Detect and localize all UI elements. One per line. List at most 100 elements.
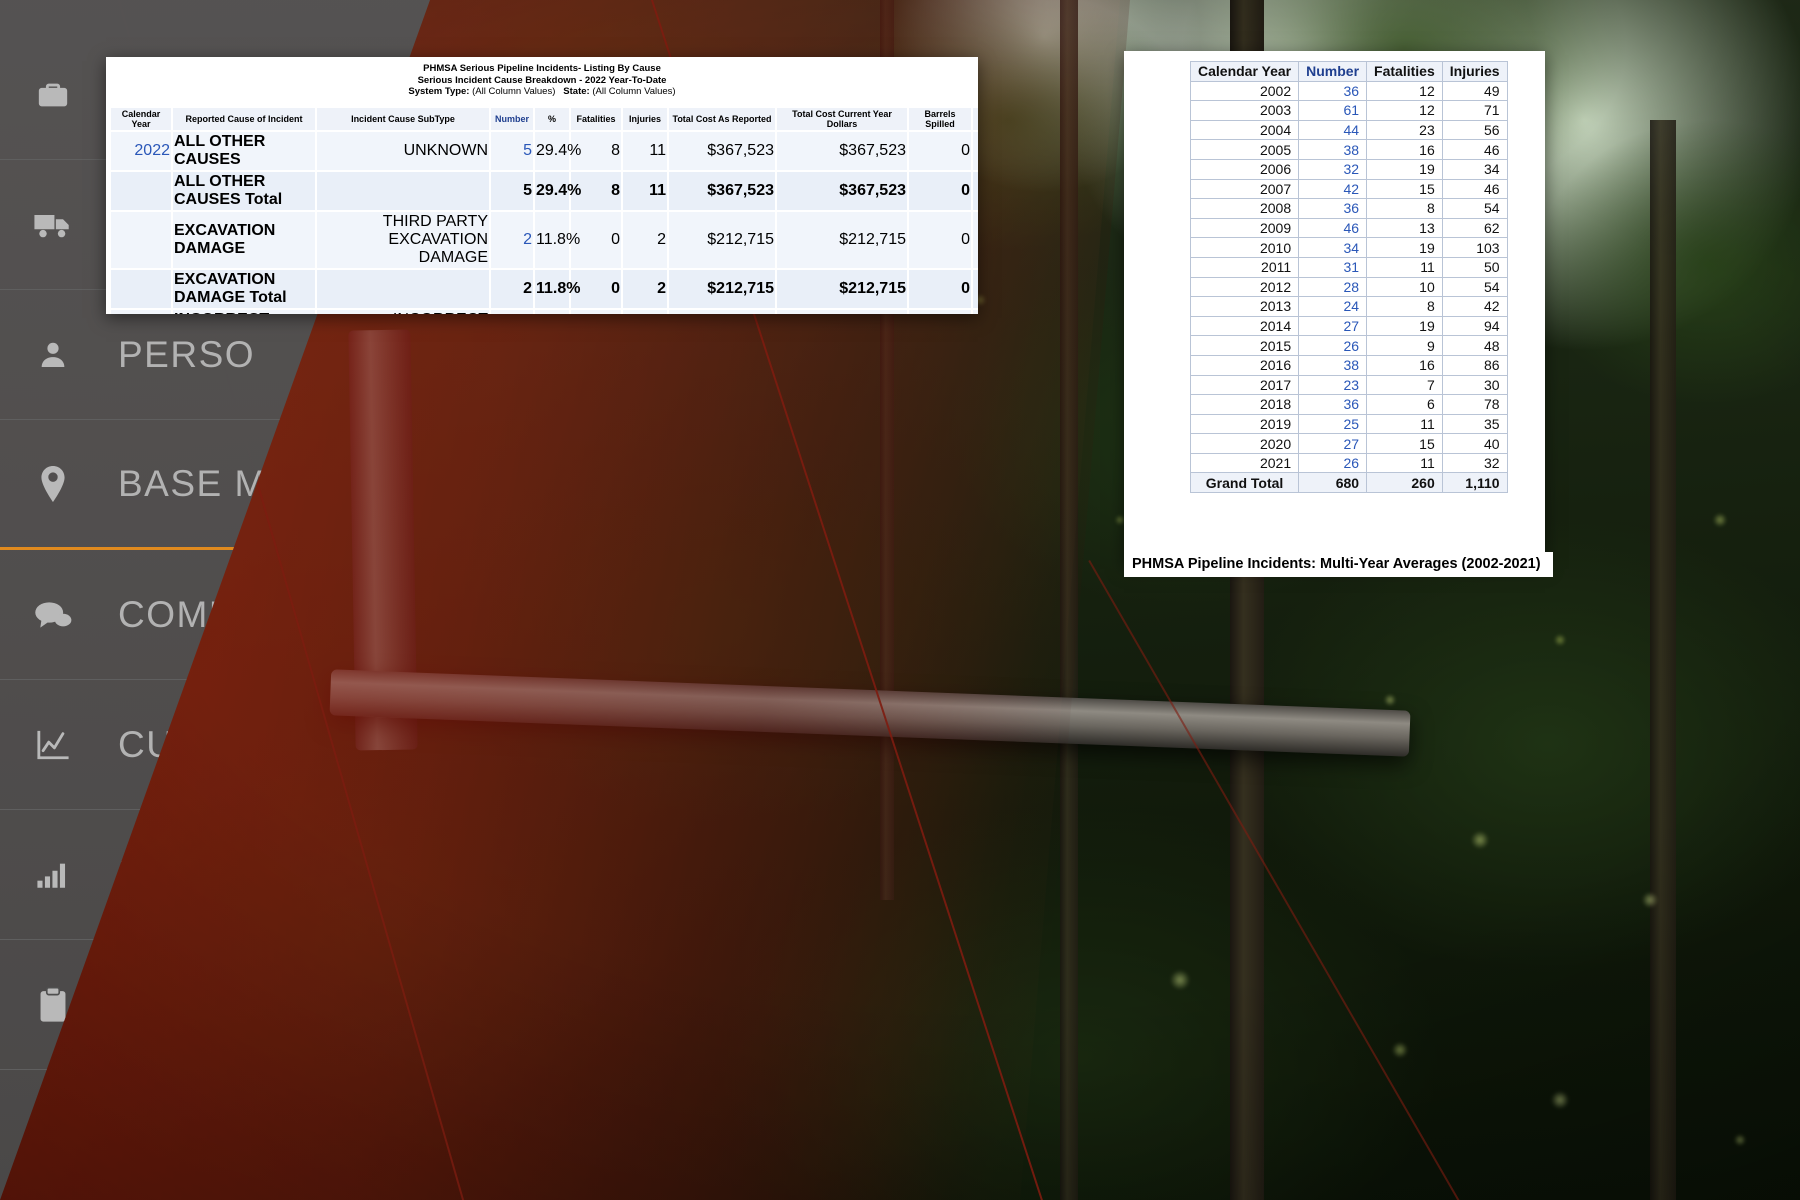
cell-number: 23 [1299,375,1367,395]
column-header-injuries: Injuries [1442,62,1507,82]
cell-number: 25 [1299,414,1367,434]
cell-injuries: 32 [1442,453,1507,473]
cell-year: 2002 [1191,81,1299,101]
filter-value-state: (All Column Values) [592,86,675,97]
cell-cost-reported: $212,715 [669,270,775,308]
cell-year: 2019 [1191,414,1299,434]
cell-subtype [317,172,489,210]
cell-fatalities: 19 [1367,159,1443,179]
cell-number: 28 [1299,277,1367,297]
cell-injuries: 78 [1442,395,1507,415]
cell-cost-current: $212,715 [777,212,907,268]
report-title-line-1: PHMSA Serious Pipeline Incidents- Listin… [106,63,978,75]
cell-injuries: 94 [1442,316,1507,336]
cell-fatalities: 15 [1367,434,1443,454]
cell-year [111,172,171,210]
cell-fatalities: 9 [1367,336,1443,356]
sidebar-item-label: PERSO [118,334,255,376]
column-header-incident-cause-subtype: Incident Cause SubType [317,108,489,130]
cell-year: 2017 [1191,375,1299,395]
cell-number: 5 [491,172,533,210]
cell-net-barrels: 0 [973,212,978,268]
briefcase-icon [30,78,76,112]
cell-injuries: 49 [1442,81,1507,101]
cell-injuries: 2 [623,212,667,268]
chat-bubble-icon [30,600,76,630]
cell-injuries: 71 [1442,101,1507,121]
table-header-row: Calendar YearReported Cause of IncidentI… [111,108,978,130]
cell-injuries: 11 [623,172,667,210]
cell-year: 2007 [1191,179,1299,199]
table-row: 201723730 [1191,375,1508,395]
cell-cause: EXCAVATION DAMAGE Total [173,270,315,308]
cell-net-barrels: 0 [973,172,978,210]
table-row: 2004442356 [1191,120,1508,140]
cell-year: 2022 [111,132,171,170]
column-header-total-cost-current-year-dollars: Total Cost Current Year Dollars [777,108,907,130]
cell-year: 2004 [1191,120,1299,140]
cell-number: 2 [491,270,533,308]
cell-injuries: 46 [1442,179,1507,199]
cell-year: 2006 [1191,159,1299,179]
column-header-total-cost-as-reported: Total Cost As Reported [669,108,775,130]
cell-fatalities: 15 [1367,179,1443,199]
grand-total-row: Grand Total6802601,110 [1191,473,1508,493]
cell-number: 24 [1299,297,1367,317]
cell-barrels: 0 [909,132,971,170]
grand-total-number: 680 [1299,473,1367,493]
column-header--: % [535,108,569,130]
cell-number: 34 [1299,238,1367,258]
table-row: 2007421546 [1191,179,1508,199]
cell-number: 26 [1299,453,1367,473]
cell-fatalities: 11 [1367,414,1443,434]
cell-number: 38 [1299,140,1367,160]
cell-fatalities: 11 [1367,453,1443,473]
table-row: 2022ALL OTHER CAUSESUNKNOWN529.4%811$367… [111,132,978,170]
cell-cause: EXCAVATION DAMAGE [173,212,315,268]
cell-year: 2010 [1191,238,1299,258]
cell-number: 44 [1299,120,1367,140]
cell-cost-current: $40,203 [777,310,907,315]
cell-barrels: 0 [909,310,971,315]
cell-fatalities: 19 [1367,238,1443,258]
cell-injuries: 1 [623,310,667,315]
cell-number: 38 [1299,355,1367,375]
cell-year: 2005 [1191,140,1299,160]
table-header-row: Calendar YearNumberFatalitiesInjuries [1191,62,1508,82]
cell-year: 2011 [1191,257,1299,277]
cell-year: 2014 [1191,316,1299,336]
cell-fatalities: 16 [1367,140,1443,160]
cell-pct: 29.4% [535,132,569,170]
table-row: 2019251135 [1191,414,1508,434]
cell-injuries: 86 [1442,355,1507,375]
table-row: 2021261132 [1191,453,1508,473]
table-row: EXCAVATION DAMAGE Total211.8%02$212,715$… [111,270,978,308]
cell-year: 2008 [1191,199,1299,219]
cell-number: 27 [1299,316,1367,336]
cell-number: 31 [1299,257,1367,277]
cell-injuries: 103 [1442,238,1507,258]
column-header-number: Number [491,108,533,130]
map-pin-icon [30,466,76,502]
cell-year: 2012 [1191,277,1299,297]
table-row: 2009461362 [1191,218,1508,238]
cell-pct: 11.8% [535,212,569,268]
cell-cause: ALL OTHER CAUSES Total [173,172,315,210]
cell-number: 32 [1299,159,1367,179]
column-header-barrels-spilled: Barrels Spilled [909,108,971,130]
cell-injuries: 34 [1442,159,1507,179]
table-row: 2003611271 [1191,101,1508,121]
person-icon [30,338,76,372]
cell-injuries: 54 [1442,199,1507,219]
table-row: 201324842 [1191,297,1508,317]
report-filter-line: System Type: (All Column Values) State: … [106,86,978,98]
filter-label-state: State: [563,86,589,97]
cell-subtype: INCORRECT EQUIPMENT [317,310,489,315]
cell-injuries: 46 [1442,140,1507,160]
cell-fatalities: 12 [1367,81,1443,101]
cell-cost-reported: $367,523 [669,132,775,170]
cell-pct: 29.4% [535,172,569,210]
cell-number: 1 [491,310,533,315]
cell-number: 61 [1299,101,1367,121]
cell-fatalities: 8 [1367,199,1443,219]
